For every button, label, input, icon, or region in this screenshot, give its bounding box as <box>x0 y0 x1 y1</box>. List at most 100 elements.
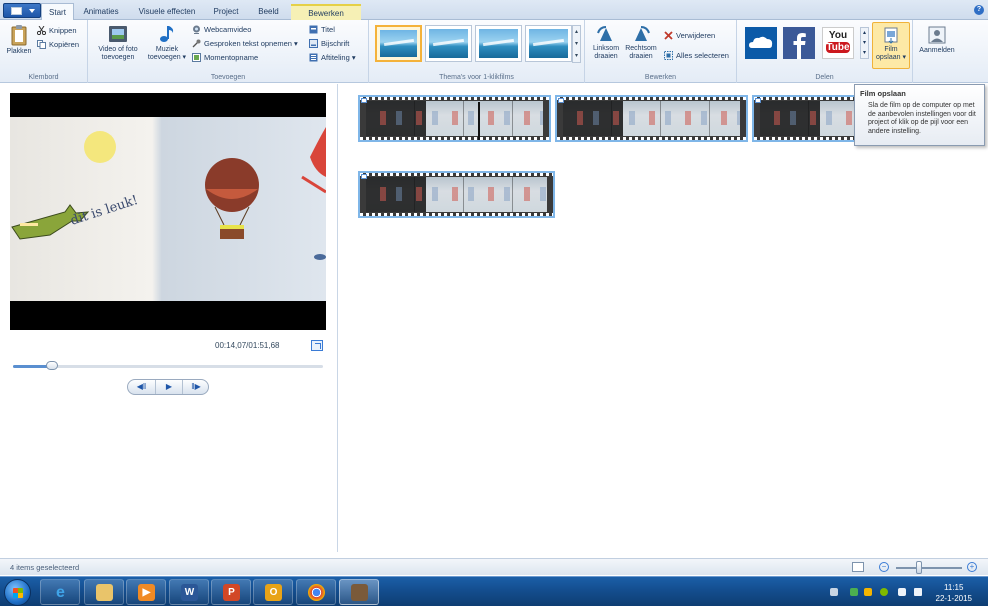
playhead[interactable] <box>478 102 480 140</box>
ribbon: Plakken Knippen Kopiëren Klembord Video … <box>0 20 988 83</box>
network-sync-icon[interactable] <box>850 588 858 596</box>
taskbar-chrome[interactable] <box>296 579 336 605</box>
video-preview[interactable]: dit is leuk! <box>10 93 326 330</box>
zoom-thumb[interactable] <box>916 561 923 574</box>
status-text: 4 items geselecteerd <box>10 563 80 572</box>
title-button[interactable]: Titel <box>309 24 335 35</box>
battery-icon[interactable] <box>898 588 906 596</box>
fullscreen-button[interactable] <box>311 340 323 351</box>
play-button[interactable]: ▶ <box>155 380 182 394</box>
app-menu-button[interactable] <box>3 3 41 18</box>
paste-label: Plakken <box>6 48 32 55</box>
chevron-up-icon[interactable]: ▴ <box>573 26 580 38</box>
snapshot-button[interactable]: Momentopname <box>192 52 258 63</box>
film-perforation <box>557 137 746 140</box>
copy-button[interactable]: Kopiëren <box>37 39 79 50</box>
tab-start[interactable]: Start <box>41 3 74 21</box>
tab-animaties[interactable]: Animaties <box>78 4 124 20</box>
tab-visuele-effecten[interactable]: Visuele effecten <box>132 4 202 20</box>
theme-item-4[interactable] <box>525 25 572 62</box>
theme-item-1[interactable] <box>375 25 422 62</box>
youtube-share-button[interactable]: You Tube <box>822 27 854 59</box>
credits-button[interactable]: Aftiteling ▾ <box>309 52 356 63</box>
filmstrip-icon <box>109 26 127 42</box>
taskbar-media-player[interactable]: ▶ <box>126 579 166 605</box>
select-all-label: Alles selecteren <box>676 51 729 60</box>
caption-button[interactable]: Bijschrift <box>309 38 349 49</box>
narration-button[interactable]: Gesproken tekst opnemen ▾ <box>192 38 298 49</box>
next-frame-button[interactable]: ‖▶ <box>182 380 209 394</box>
cut-label: Knippen <box>49 26 77 35</box>
taskbar-movie-maker[interactable] <box>339 579 379 605</box>
clip-frames <box>366 101 543 136</box>
zoom-out-icon[interactable]: − <box>879 562 889 572</box>
clip-select-icon <box>361 98 367 103</box>
share-gallery-scroller[interactable]: ▴ ▾ ▾ <box>860 27 869 59</box>
caption-label: Bijschrift <box>321 39 350 48</box>
tab-project[interactable]: Project <box>207 4 245 20</box>
taskbar-file-explorer[interactable] <box>84 579 124 605</box>
theme-item-2[interactable] <box>425 25 472 62</box>
webcam-button[interactable]: Webcamvideo <box>192 24 251 35</box>
save-movie-label-2: opslaan <box>876 54 901 61</box>
security-icon[interactable] <box>880 588 888 596</box>
storyboard-clip-2[interactable] <box>555 95 748 142</box>
zoom-slider[interactable] <box>896 567 962 569</box>
storyboard-clip-1[interactable] <box>358 95 551 142</box>
add-video-photo-button[interactable]: Video of foto toevoegen <box>92 24 144 62</box>
storyboard-clip-4[interactable] <box>358 171 555 218</box>
seek-bar[interactable] <box>13 365 323 368</box>
cut-button[interactable]: Knippen <box>37 25 77 36</box>
powerpoint-icon: P <box>223 584 240 601</box>
add-music-button[interactable]: Muziek toevoegen ▾ <box>145 24 189 62</box>
movie-maker-icon <box>351 584 368 601</box>
help-icon[interactable]: ? <box>974 5 984 15</box>
group-label-themes: Thema's voor 1-klikfilms <box>439 74 514 81</box>
remove-button[interactable]: Verwijderen <box>664 30 715 41</box>
select-all-button[interactable]: Alles selecteren <box>664 50 729 61</box>
flag-icon[interactable] <box>864 588 872 596</box>
transport-controls: ◀‖ ▶ ‖▶ <box>127 379 209 395</box>
storyboard-view-icon[interactable] <box>852 562 864 572</box>
theme-item-3[interactable] <box>475 25 522 62</box>
previous-frame-button[interactable]: ◀‖ <box>128 380 155 394</box>
remove-x-icon <box>664 31 673 40</box>
clock[interactable]: 11:15 22-1-2015 <box>936 582 972 604</box>
paste-button[interactable]: Plakken <box>4 24 34 56</box>
save-movie-tooltip: Film opslaan Sla de film op de computer … <box>854 84 985 146</box>
tab-beeld[interactable]: Beeld <box>252 4 285 20</box>
volume-icon[interactable] <box>914 588 922 596</box>
rotate-right-label-2: draaien <box>629 53 653 60</box>
youtube-logo-top: You <box>828 30 848 41</box>
expand-gallery-icon[interactable]: ▾ <box>573 50 580 62</box>
film-perforation <box>360 213 553 216</box>
seek-thumb[interactable] <box>46 361 59 370</box>
media-player-icon: ▶ <box>138 584 155 601</box>
save-movie-button[interactable]: Film opslaan ▾ <box>872 22 910 69</box>
group-themes: ▴ ▾ ▾ Thema's voor 1-klikfilms <box>369 20 585 83</box>
clock-date: 22-1-2015 <box>935 594 972 603</box>
taskbar-powerpoint[interactable]: P <box>211 579 251 605</box>
rotate-right-button[interactable]: Rechtsom draaien <box>623 25 659 61</box>
onedrive-share-button[interactable] <box>745 27 777 59</box>
status-bar: 4 items geselecteerd − + <box>0 558 988 575</box>
taskbar-internet-explorer[interactable]: e <box>40 579 80 605</box>
start-button[interactable] <box>4 579 31 606</box>
time-readout: 00:14,07/01:51,68 <box>215 341 280 350</box>
credits-label: Aftiteling <box>321 53 350 62</box>
taskbar-word[interactable]: W <box>169 579 209 605</box>
sign-in-button[interactable]: Aanmelden <box>916 25 958 55</box>
theme-gallery-scroller[interactable]: ▴ ▾ ▾ <box>572 25 581 63</box>
keyboard-icon[interactable] <box>830 588 838 596</box>
chevron-down-icon <box>29 9 35 13</box>
taskbar-outlook[interactable]: O <box>253 579 293 605</box>
zoom-in-icon[interactable]: + <box>967 562 977 572</box>
sign-in-label: Aanmelden <box>919 47 955 54</box>
clip-frames <box>760 101 864 136</box>
chevron-down-icon[interactable]: ▾ <box>573 38 580 50</box>
save-movie-label-2-row: opslaan ▾ <box>876 54 906 61</box>
tab-bewerken[interactable]: Bewerken <box>291 4 361 20</box>
rotate-left-button[interactable]: Linksom draaien <box>591 25 621 61</box>
storyboard <box>339 84 988 552</box>
facebook-share-button[interactable] <box>783 27 815 59</box>
